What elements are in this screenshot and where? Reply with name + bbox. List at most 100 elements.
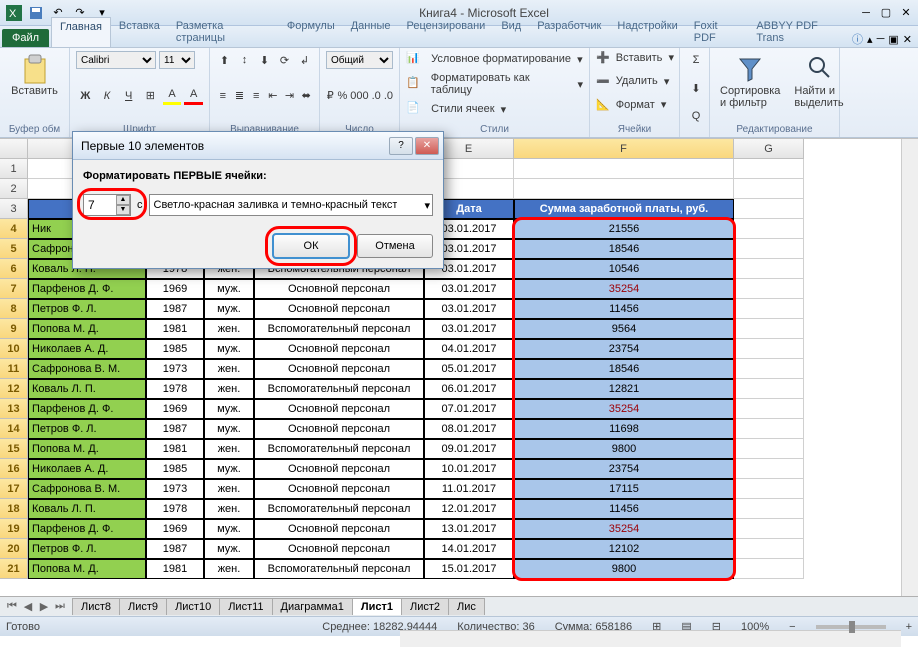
tab-8[interactable]: Надстройки [609, 17, 685, 47]
cell[interactable]: Основной персонал [254, 539, 424, 559]
orientation-button[interactable]: ⟳ [276, 51, 293, 69]
zoom-slider[interactable] [816, 625, 886, 629]
row-header-9[interactable]: 9 [0, 319, 28, 339]
cell[interactable]: 35254 [514, 399, 734, 419]
cell[interactable] [734, 259, 804, 279]
cell[interactable] [734, 499, 804, 519]
cell[interactable] [734, 459, 804, 479]
sort-filter-button[interactable]: Сортировка и фильтр [716, 51, 784, 111]
cell[interactable]: жен. [204, 319, 254, 339]
cell[interactable] [734, 379, 804, 399]
cell[interactable] [734, 219, 804, 239]
cell[interactable] [514, 179, 734, 199]
cell[interactable]: 1978 [146, 379, 204, 399]
cell[interactable]: 18546 [514, 359, 734, 379]
cell[interactable]: 09.01.2017 [424, 439, 514, 459]
row-header-5[interactable]: 5 [0, 239, 28, 259]
fill-button[interactable]: ⬇ [686, 79, 706, 97]
cell[interactable]: 1969 [146, 279, 204, 299]
cell[interactable]: 12102 [514, 539, 734, 559]
align-bottom-button[interactable]: ⬇ [256, 51, 273, 69]
tab-file[interactable]: Файл [2, 29, 49, 47]
align-center-button[interactable]: ≣ [233, 87, 247, 105]
cell[interactable] [734, 239, 804, 259]
conditional-format-button[interactable]: 📊 Условное форматирование ▾ [406, 51, 583, 67]
sheet-nav-prev[interactable]: ◀ [20, 600, 36, 613]
sheet-nav-last[interactable]: ⏭ [52, 600, 68, 613]
cell[interactable] [734, 559, 804, 579]
cell[interactable]: жен. [204, 559, 254, 579]
cell[interactable]: Николаев А. Д. [28, 459, 146, 479]
cell[interactable]: 18546 [514, 239, 734, 259]
cell[interactable]: Вспомогательный персонал [254, 439, 424, 459]
cell[interactable] [734, 299, 804, 319]
cell[interactable]: 1973 [146, 359, 204, 379]
cell[interactable]: 1969 [146, 399, 204, 419]
cell[interactable]: Парфенов Д. Ф. [28, 279, 146, 299]
ribbon-help-icon[interactable]: ⓘ [852, 31, 863, 47]
cell[interactable]: 11456 [514, 499, 734, 519]
font-name-select[interactable]: Calibri [76, 51, 156, 69]
cell[interactable]: 17115 [514, 479, 734, 499]
cell[interactable]: 1987 [146, 539, 204, 559]
cell[interactable]: муж. [204, 539, 254, 559]
cell[interactable]: Основной персонал [254, 459, 424, 479]
cell[interactable]: муж. [204, 279, 254, 299]
tab-10[interactable]: ABBYY PDF Trans [748, 17, 852, 47]
tab-4[interactable]: Данные [343, 17, 399, 47]
cell[interactable]: Вспомогательный персонал [254, 499, 424, 519]
cell[interactable] [734, 319, 804, 339]
cell[interactable]: 11698 [514, 419, 734, 439]
sheet-tab-5[interactable]: Лист1 [352, 598, 402, 615]
cell[interactable]: Основной персонал [254, 299, 424, 319]
cell[interactable]: Основной персонал [254, 359, 424, 379]
number-format-select[interactable]: Общий [326, 51, 393, 69]
header-cell[interactable] [734, 199, 804, 219]
cell[interactable]: жен. [204, 499, 254, 519]
format-as-table-button[interactable]: 📋 Форматировать как таблицу ▾ [406, 72, 583, 96]
header-cell[interactable]: Сумма заработной платы, руб. [514, 199, 734, 219]
row-header-12[interactable]: 12 [0, 379, 28, 399]
merge-button[interactable]: ⬌ [299, 87, 313, 105]
wrap-text-button[interactable]: ↲ [296, 51, 313, 69]
cell[interactable] [734, 279, 804, 299]
cell[interactable]: 05.01.2017 [424, 359, 514, 379]
cell[interactable] [734, 359, 804, 379]
vertical-scrollbar[interactable] [901, 139, 918, 596]
cell[interactable]: Основной персонал [254, 339, 424, 359]
align-right-button[interactable]: ≡ [249, 87, 263, 105]
cell[interactable]: 1969 [146, 519, 204, 539]
cell[interactable]: 1985 [146, 339, 204, 359]
cell[interactable]: Коваль Л. П. [28, 499, 146, 519]
cell[interactable]: Сафронова В. М. [28, 479, 146, 499]
cell[interactable]: 07.01.2017 [424, 399, 514, 419]
row-header-14[interactable]: 14 [0, 419, 28, 439]
tab-6[interactable]: Вид [493, 17, 529, 47]
spin-up-button[interactable]: ▲ [116, 195, 130, 205]
cell[interactable]: 1981 [146, 439, 204, 459]
row-header-8[interactable]: 8 [0, 299, 28, 319]
cell[interactable] [734, 339, 804, 359]
row-header-17[interactable]: 17 [0, 479, 28, 499]
clear-button[interactable]: Q [686, 107, 706, 125]
minimize-button[interactable]: ─ [856, 4, 876, 22]
cell[interactable]: Основной персонал [254, 419, 424, 439]
find-select-button[interactable]: Найти и выделить [790, 51, 847, 111]
row-header-1[interactable]: 1 [0, 159, 28, 179]
cell[interactable]: Основной персонал [254, 399, 424, 419]
cell[interactable]: 03.01.2017 [424, 319, 514, 339]
tab-5[interactable]: Рецензировани [398, 17, 493, 47]
win-close-icon[interactable]: ✕ [903, 33, 912, 46]
row-header-16[interactable]: 16 [0, 459, 28, 479]
cell[interactable]: Петров Ф. Л. [28, 419, 146, 439]
cell[interactable]: Николаев А. Д. [28, 339, 146, 359]
cell[interactable]: Петров Ф. Л. [28, 299, 146, 319]
sheet-tab-2[interactable]: Лист10 [166, 598, 220, 615]
cell[interactable]: 9800 [514, 439, 734, 459]
align-left-button[interactable]: ≡ [216, 87, 230, 105]
tab-2[interactable]: Разметка страницы [168, 17, 279, 47]
border-button[interactable]: ⊞ [141, 87, 160, 105]
cell[interactable]: Вспомогательный персонал [254, 559, 424, 579]
fill-color-button[interactable]: A [163, 87, 182, 105]
cell[interactable] [734, 419, 804, 439]
